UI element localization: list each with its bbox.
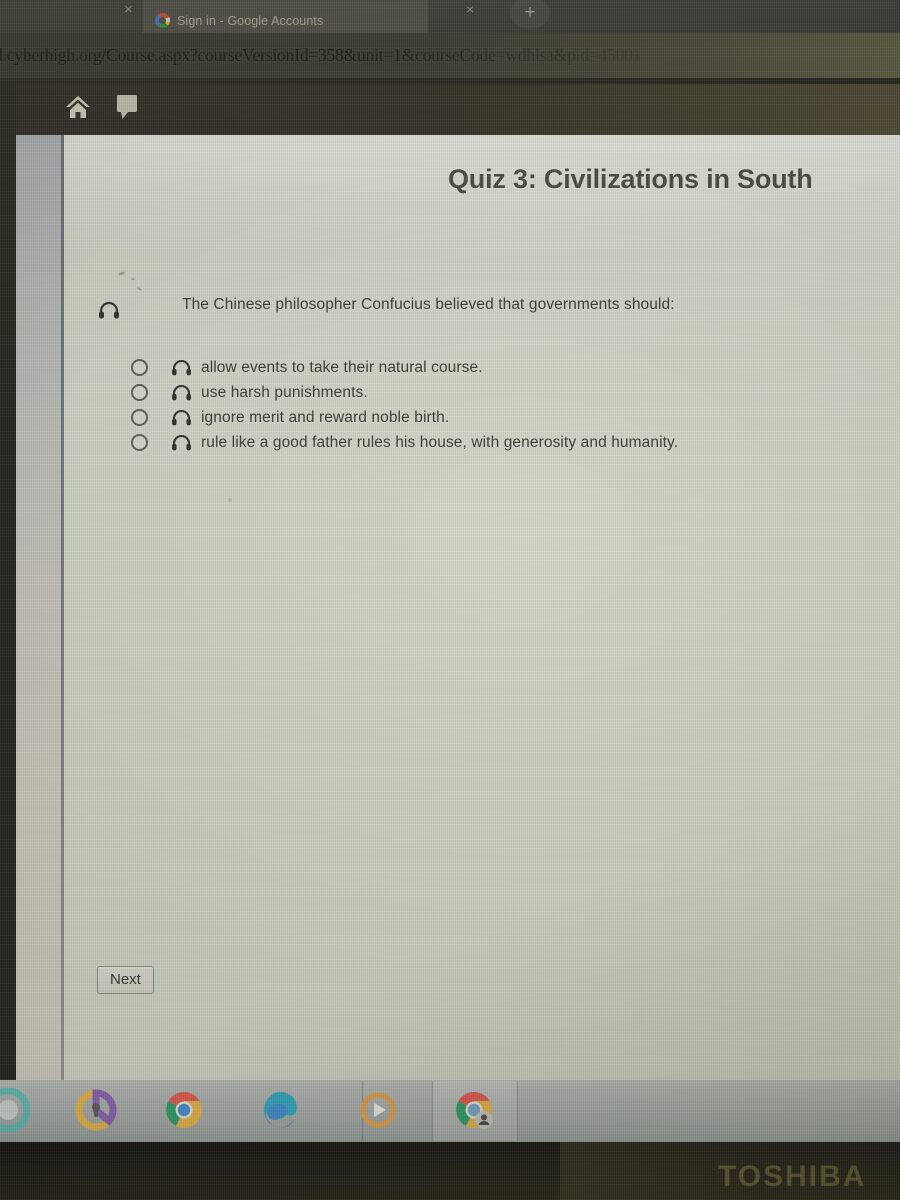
browser-tab-title: Sign in - Google Accounts [177, 14, 324, 28]
google-g-icon [155, 13, 170, 28]
quiz-page [64, 135, 900, 1080]
next-button[interactable]: Next [97, 966, 154, 994]
radio-button-option-1[interactable] [131, 359, 148, 376]
answer-option-4[interactable]: rule like a good father rules his house,… [131, 430, 678, 455]
address-bar-url: d.cyberhigh.org/Course.aspx?courseVersio… [0, 45, 642, 65]
radio-button-option-4[interactable] [131, 434, 148, 451]
taskbar-item-edge-icon[interactable] [258, 1088, 302, 1132]
page-title: Quiz 3: Civilizations in South [448, 164, 813, 194]
headphones-icon[interactable] [171, 409, 192, 426]
browser-address-bar[interactable]: d.cyberhigh.org/Course.aspx?courseVersio… [0, 33, 900, 78]
browser-tab-strip: × Sign in - Google Accounts × + [0, 0, 900, 33]
radio-button-option-3[interactable] [131, 409, 148, 426]
browser-tab-google-signin[interactable]: Sign in - Google Accounts [143, 0, 428, 33]
quiz-question: The Chinese philosopher Confucius believ… [98, 296, 675, 319]
answer-option-1-label: allow events to take their natural cours… [201, 358, 483, 376]
headphones-icon[interactable] [171, 434, 192, 451]
taskbar-item-chrome-icon[interactable] [162, 1088, 206, 1132]
taskbar-item-teal-circle-icon[interactable] [0, 1087, 31, 1133]
headphones-icon[interactable] [171, 359, 192, 376]
taskbar-item-cortana-icon[interactable] [74, 1088, 118, 1132]
screen-dust-speck [228, 498, 232, 502]
course-app-toolbar [16, 84, 900, 135]
answer-option-2-label: use harsh punishments. [201, 383, 368, 401]
answer-option-4-label: rule like a good father rules his house,… [201, 433, 679, 451]
answer-option-3-label: ignore merit and reward noble birth. [201, 408, 450, 426]
headphones-icon[interactable] [98, 301, 120, 319]
new-tab-button[interactable]: + [510, 0, 550, 29]
speech-bubble-icon[interactable] [116, 94, 138, 120]
previous-tab-close-icon[interactable]: × [124, 1, 133, 18]
headphones-icon[interactable] [171, 384, 192, 401]
laptop-screen-photo: × Sign in - Google Accounts × + d.cyberh… [0, 0, 900, 1200]
screen-dust-speck [131, 278, 135, 280]
question-text: The Chinese philosopher Confucius believ… [182, 296, 675, 313]
answer-option-2[interactable]: use harsh punishments. [131, 380, 678, 405]
brand-logo: TOSHIBA [718, 1160, 867, 1193]
taskbar-item-orange-play-icon[interactable] [356, 1088, 400, 1132]
answer-options-list: allow events to take their natural cours… [131, 355, 678, 455]
answer-option-1[interactable]: allow events to take their natural cours… [131, 355, 678, 380]
close-icon[interactable]: × [466, 1, 474, 17]
home-icon[interactable] [64, 93, 92, 121]
answer-option-3[interactable]: ignore merit and reward noble birth. [131, 405, 678, 430]
radio-button-option-2[interactable] [131, 384, 148, 401]
taskbar-item-chrome-profile-icon[interactable] [452, 1088, 496, 1132]
page-left-gutter [16, 135, 64, 1080]
